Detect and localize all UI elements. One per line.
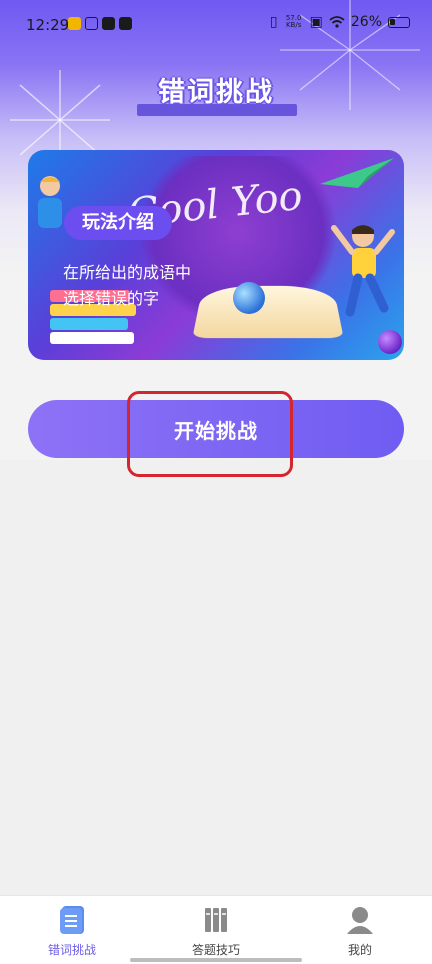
globe-illustration — [233, 282, 265, 314]
bottom-tab-bar: 错词挑战 答题技巧 我的 — [0, 895, 432, 964]
app-icon — [85, 17, 98, 30]
tiktok-icon — [102, 17, 115, 30]
wifi-icon — [329, 16, 345, 28]
battery-percent: 26% — [350, 14, 382, 30]
desc-line-1: 在所给出的成语中 — [63, 263, 192, 282]
jumping-boy-illustration — [331, 225, 395, 317]
status-time: 12:29 — [26, 16, 70, 34]
banner-description: 在所给出的成语中 选择错误的字 — [63, 260, 191, 312]
home-indicator — [130, 958, 302, 962]
weibo-icon — [68, 17, 81, 30]
status-bar: 12:29 ▯ 57.0 KB/s ▣ 26% — [0, 0, 432, 52]
open-book-illustration — [192, 285, 344, 339]
start-challenge-button[interactable]: 开始挑战 — [28, 400, 404, 458]
books-icon — [205, 908, 227, 932]
child-left-illustration — [38, 176, 62, 228]
document-list-icon — [60, 906, 84, 934]
net-speed-unit: KB/s — [285, 21, 302, 29]
tab-error-word-challenge[interactable]: 错词挑战 — [0, 896, 144, 964]
tab-label: 错词挑战 — [47, 943, 96, 957]
message-icon — [119, 17, 132, 30]
intro-banner: Cool Yoo 玩法介绍 在所给出的成语中 选择错误的字 — [28, 150, 404, 360]
page-title: 错词挑战 — [158, 77, 274, 108]
notification-icons — [68, 17, 132, 30]
tab-label: 答题技巧 — [191, 943, 240, 957]
tab-mine[interactable]: 我的 — [288, 896, 432, 964]
vibrate-icon: ▯ — [269, 14, 278, 30]
ball-illustration — [378, 330, 402, 354]
sim-icon: ▣ — [309, 14, 323, 30]
tab-answer-tips[interactable]: 答题技巧 — [144, 896, 288, 964]
person-icon — [347, 907, 373, 934]
net-speed: 57.0 KB/s — [284, 15, 304, 29]
status-right: ▯ 57.0 KB/s ▣ 26% — [270, 14, 410, 30]
paper-plane-illustration — [320, 158, 394, 188]
desc-line-2: 选择错误的字 — [63, 289, 160, 308]
tab-label: 我的 — [347, 943, 372, 957]
how-to-play-tag: 玩法介绍 — [64, 206, 172, 240]
battery-icon — [388, 16, 410, 28]
